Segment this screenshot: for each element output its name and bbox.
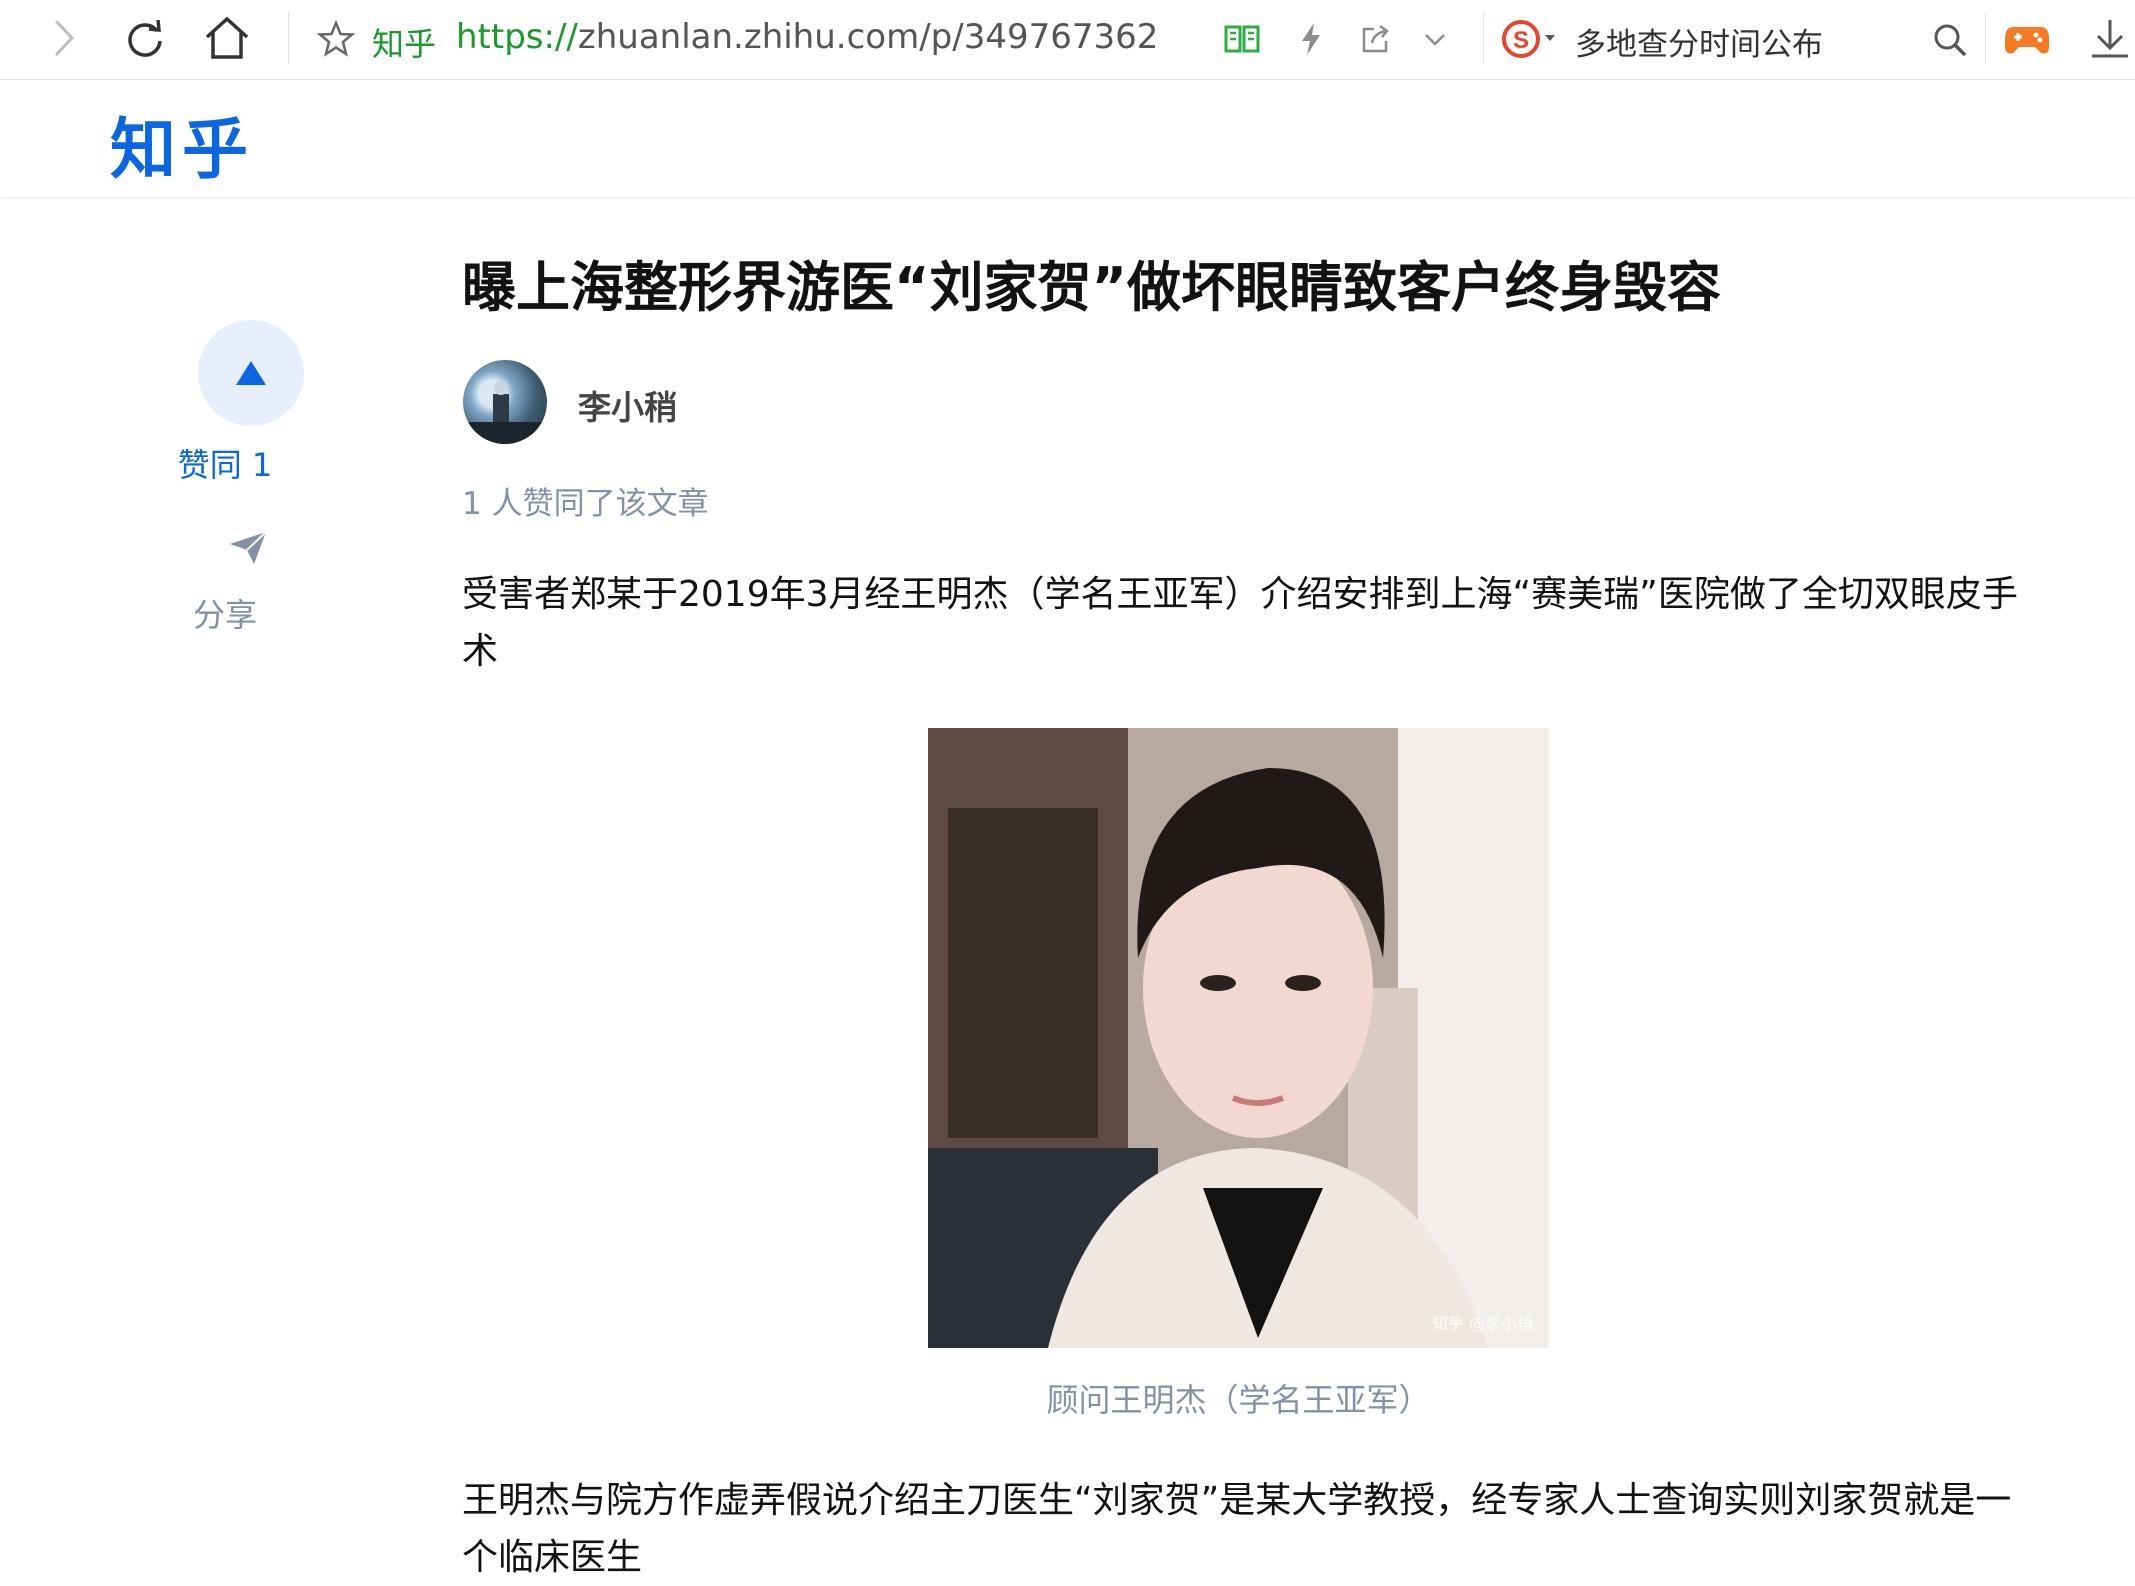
upvoters-summary[interactable]: 1 人赞同了该文章 bbox=[462, 478, 709, 523]
chevron-down-icon[interactable] bbox=[1420, 26, 1450, 54]
address-bar-url[interactable]: https://zhuanlan.zhihu.com/p/349767362 bbox=[456, 17, 1158, 57]
upvote-button[interactable] bbox=[198, 320, 304, 426]
upvote-count-label[interactable]: 赞同 1 bbox=[150, 440, 300, 486]
refresh-icon[interactable] bbox=[120, 14, 170, 64]
article-paragraph: 王明杰与院方作虚弄假说介绍主刀医生“刘家贺”是某大学教授，经专家人士查询实则刘家… bbox=[462, 1480, 2012, 1578]
toolbar-divider bbox=[1483, 12, 1484, 64]
sogou-icon[interactable]: S bbox=[1500, 17, 1562, 61]
url-scheme: https:// bbox=[456, 17, 578, 57]
toolbar-divider bbox=[288, 12, 289, 64]
author-name[interactable]: 李小稍 bbox=[578, 381, 677, 429]
image-caption: 顾问王明杰（学名王亚军） bbox=[1046, 1381, 1431, 1419]
browser-toolbar: 知乎 https://zhuanlan.zhihu.com/p/34976736… bbox=[0, 0, 2135, 80]
download-icon[interactable] bbox=[2088, 16, 2132, 62]
game-icon[interactable] bbox=[2002, 20, 2052, 60]
share-paper-plane-icon[interactable] bbox=[228, 530, 268, 570]
article-image[interactable]: 知乎 @李小稍 bbox=[928, 728, 1549, 1348]
share-label[interactable]: 分享 bbox=[150, 590, 300, 636]
article-paragraph: 受害者郑某于2019年3月经王明杰（学名王亚军）介绍安排到上海“赛美瑞”医院做了… bbox=[462, 574, 2018, 672]
forward-icon[interactable] bbox=[44, 16, 84, 60]
lightning-icon[interactable] bbox=[1296, 20, 1326, 58]
address-site-label: 知乎 bbox=[372, 25, 437, 63]
star-icon[interactable] bbox=[316, 19, 356, 59]
share-icon[interactable] bbox=[1357, 20, 1395, 58]
search-icon[interactable] bbox=[1930, 20, 1970, 60]
toolbar-divider bbox=[1985, 12, 1986, 64]
home-icon[interactable] bbox=[200, 12, 254, 64]
zhihu-logo[interactable]: 知乎 bbox=[110, 96, 254, 192]
image-watermark: 知乎 @李小稍 bbox=[1431, 1314, 1533, 1333]
upvote-arrow-icon bbox=[236, 361, 266, 385]
svg-text:S: S bbox=[1513, 27, 1529, 54]
search-box[interactable]: 多地查分时间公布 bbox=[1575, 19, 1823, 64]
reader-icon[interactable] bbox=[1222, 20, 1262, 58]
site-header: 知乎 bbox=[0, 80, 2135, 197]
article-title: 曝上海整形界游医“刘家贺”做坏眼睛致客户终身毁容 bbox=[462, 256, 1721, 319]
url-path: zhuanlan.zhihu.com/p/349767362 bbox=[577, 17, 1159, 57]
author-avatar[interactable] bbox=[463, 360, 547, 444]
